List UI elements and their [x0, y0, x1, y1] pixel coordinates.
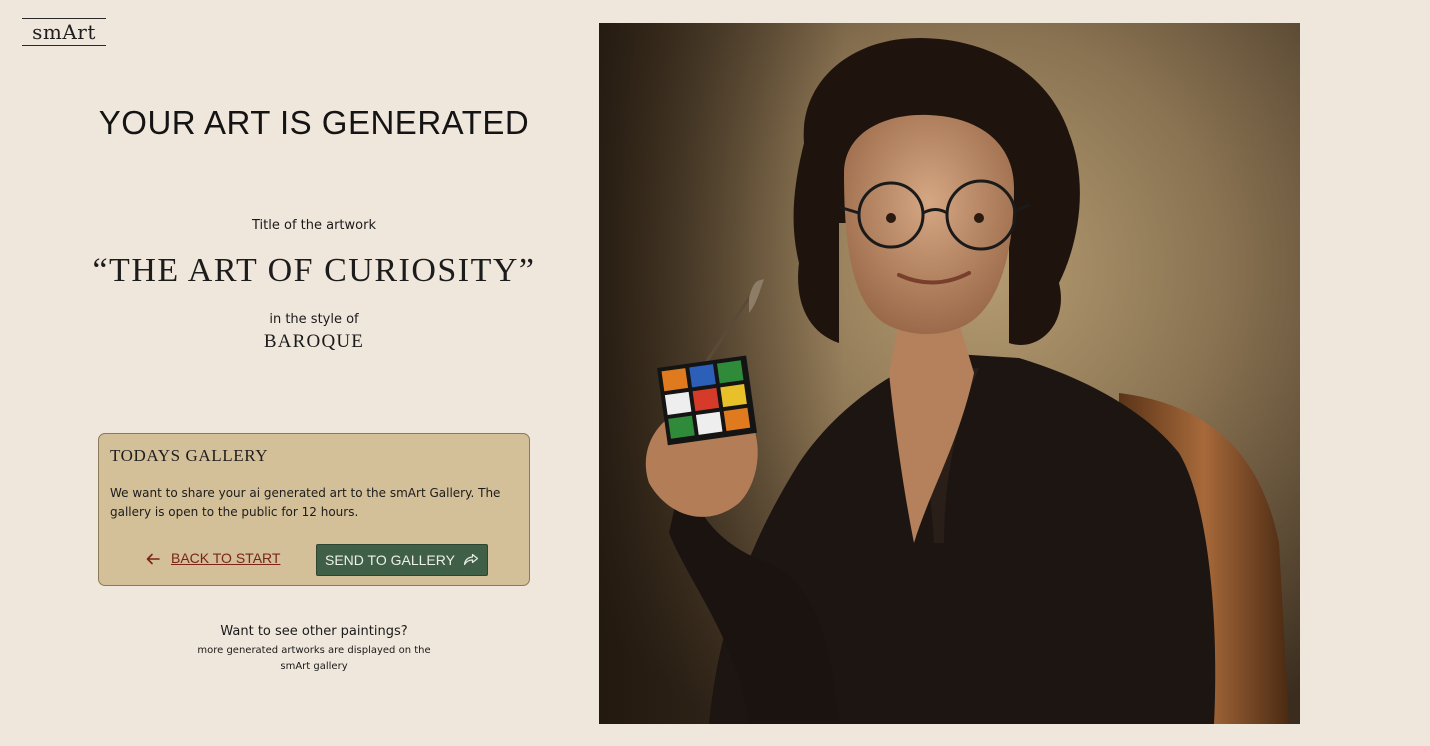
style-value: BAROQUE	[263, 331, 365, 352]
todays-gallery-card: TODAYS GALLERY We want to share your ai …	[98, 433, 530, 586]
back-to-start-label: BACK TO START	[171, 550, 281, 566]
generated-artwork-image	[599, 23, 1300, 724]
arrow-left-icon	[145, 552, 161, 565]
smart-logo[interactable]: smArt	[22, 18, 106, 46]
gallery-description: We want to share your ai generated art t…	[110, 486, 501, 519]
gallery-heading: TODAYS GALLERY	[110, 446, 269, 465]
share-arrow-icon	[463, 553, 479, 567]
page-headline: YOUR ART IS GENERATED	[98, 104, 530, 141]
other-paintings-question: Want to see other paintings?	[220, 624, 408, 639]
other-paintings-description: more generated artworks are displayed on…	[197, 645, 431, 672]
style-label: in the style of	[269, 312, 359, 327]
artwork-title-label: Title of the artwork	[252, 218, 376, 233]
artwork-title: “THE ART OF CURIOSITY”	[92, 252, 536, 289]
send-to-gallery-label: SEND TO GALLERY	[325, 552, 455, 568]
send-to-gallery-button[interactable]: SEND TO GALLERY	[316, 544, 488, 576]
back-to-start-button[interactable]: BACK TO START	[145, 550, 280, 566]
